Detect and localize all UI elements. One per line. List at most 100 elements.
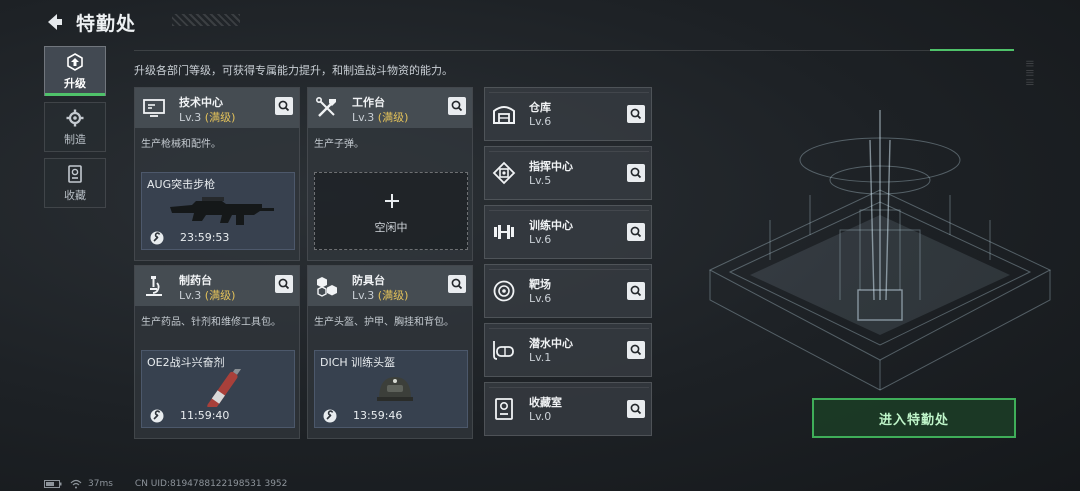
- status-bar: 37ms CN UID:8194788122198531 3952: [44, 479, 287, 489]
- battery-icon: [44, 480, 62, 488]
- search-icon[interactable]: [627, 105, 645, 123]
- production-slot[interactable]: OE2战斗兴奋剂 11:59:40: [141, 350, 295, 428]
- cubes-icon: [317, 277, 337, 297]
- tab-upgrade[interactable]: 升级: [44, 46, 106, 96]
- dumbbell-icon: [494, 225, 514, 239]
- room-training-center[interactable]: 训练中心 Lv.6: [484, 205, 652, 259]
- tab-collection-label: 收藏: [64, 188, 86, 202]
- room-name: 指挥中心: [529, 160, 573, 173]
- workshop-level: Lv.3 (满级): [352, 111, 409, 124]
- page-title: 特勤处: [76, 13, 137, 35]
- wrench-icon: [323, 409, 337, 423]
- helmet-icon: [377, 377, 413, 401]
- search-icon[interactable]: [275, 97, 293, 115]
- tab-craft[interactable]: 制造: [44, 102, 106, 152]
- search-icon[interactable]: [627, 164, 645, 182]
- title-decoration: [172, 14, 240, 26]
- production-item-name: DICH 训练头盔: [320, 356, 396, 369]
- production-slot[interactable]: DICH 训练头盔 13:59:46: [314, 350, 468, 428]
- wrench-icon: [150, 409, 164, 423]
- gear-icon: [66, 109, 84, 126]
- search-icon[interactable]: [627, 223, 645, 241]
- diving-mask-icon: [493, 341, 514, 360]
- room-name: 靶场: [529, 278, 551, 291]
- wifi-icon: [70, 479, 82, 489]
- production-timer: 13:59:46: [353, 409, 403, 422]
- room-level: Lv.6: [529, 233, 552, 246]
- room-warehouse[interactable]: 仓库 Lv.6: [484, 87, 652, 141]
- chip-icon: [492, 161, 516, 185]
- workshop-description: 生产头盔、护甲、胸挂和背包。: [314, 317, 454, 328]
- room-name: 训练中心: [529, 219, 573, 232]
- rifle-icon: [170, 197, 274, 225]
- tab-upgrade-label: 升级: [64, 76, 86, 90]
- tab-collection[interactable]: 收藏: [44, 158, 106, 208]
- room-level: Lv.0: [529, 410, 552, 423]
- search-icon[interactable]: [448, 275, 466, 293]
- search-icon[interactable]: [627, 341, 645, 359]
- room-name: 仓库: [529, 101, 551, 114]
- production-item-name: AUG突击步枪: [147, 178, 216, 191]
- header-accent-line: [930, 49, 1014, 51]
- workshop-card-pharmacy[interactable]: 制药台 Lv.3 (满级) 生产药品、针剂和维修工具包。 OE2战斗兴奋剂 11…: [134, 265, 300, 439]
- room-collection-room[interactable]: 收藏室 Lv.0: [484, 382, 652, 436]
- room-level: Lv.6: [529, 292, 552, 305]
- search-icon[interactable]: [627, 400, 645, 418]
- workshop-level: Lv.3 (满级): [179, 111, 236, 124]
- workshop-card-workbench[interactable]: 工作台 Lv.3 (满级) 生产子弹。 空闲中: [307, 87, 473, 261]
- upgrade-icon: [67, 52, 83, 71]
- search-icon[interactable]: [275, 275, 293, 293]
- injector-icon: [207, 369, 242, 407]
- room-level: Lv.6: [529, 115, 552, 128]
- tools-icon: [315, 96, 336, 117]
- workshop-level: Lv.3 (满级): [179, 289, 236, 302]
- room-command-center[interactable]: 指挥中心 Lv.5: [484, 146, 652, 200]
- warehouse-icon: [493, 106, 515, 124]
- enter-special-ops-button[interactable]: 进入特勤处: [812, 398, 1016, 438]
- room-name: 潜水中心: [529, 337, 573, 350]
- room-shooting-range[interactable]: 靶场 Lv.6: [484, 264, 652, 318]
- workshop-description: 生产药品、针剂和维修工具包。: [141, 317, 281, 328]
- workshop-level: Lv.3 (满级): [352, 289, 409, 302]
- production-timer: 23:59:53: [180, 231, 230, 244]
- top-bar: 特勤处: [0, 0, 1080, 46]
- room-level: Lv.1: [529, 351, 552, 364]
- idle-label: 空闲中: [374, 221, 408, 234]
- card-header: 防具台 Lv.3 (满级): [308, 266, 472, 306]
- workshop-description: 生产枪械和配件。: [141, 139, 221, 150]
- card-header: 制药台 Lv.3 (满级): [135, 266, 299, 306]
- workshop-card-tech-center[interactable]: 技术中心 Lv.3 (满级) 生产枪械和配件。 AUG突击步枪 23:59:53: [134, 87, 300, 261]
- workshop-name: 防具台: [352, 274, 385, 287]
- search-icon[interactable]: [448, 97, 466, 115]
- collection-icon: [68, 164, 82, 183]
- search-icon[interactable]: [627, 282, 645, 300]
- workshop-name: 技术中心: [179, 96, 223, 109]
- production-slot[interactable]: AUG突击步枪 23:59:53: [141, 172, 295, 250]
- workshop-description: 生产子弹。: [314, 139, 364, 150]
- ping-value: 37ms: [88, 479, 113, 489]
- production-item-name: OE2战斗兴奋剂: [147, 356, 225, 369]
- page-description: 升级各部门等级，可获得专属能力提升，和制造战斗物资的能力。: [134, 64, 453, 77]
- idle-production-slot[interactable]: 空闲中: [314, 172, 468, 250]
- production-timer: 11:59:40: [180, 409, 230, 422]
- room-level: Lv.5: [529, 174, 552, 187]
- workshop-name: 制药台: [179, 274, 212, 287]
- vertical-decoration: ||| ||| |||: [1026, 60, 1034, 86]
- workshop-card-armor[interactable]: 防具台 Lv.3 (满级) 生产头盔、护甲、胸挂和背包。 DICH 训练头盔 1…: [307, 265, 473, 439]
- workshop-name: 工作台: [352, 96, 385, 109]
- back-arrow-icon[interactable]: [44, 12, 64, 32]
- room-name: 收藏室: [529, 396, 562, 409]
- tab-craft-label: 制造: [64, 132, 86, 146]
- monitor-icon: [143, 99, 165, 117]
- microscope-icon: [146, 276, 162, 296]
- header-divider: [134, 50, 1014, 51]
- user-uid: CN UID:8194788122198531 3952: [134, 479, 288, 489]
- target-icon: [493, 280, 515, 302]
- trophy-icon: [495, 398, 513, 420]
- card-header: 技术中心 Lv.3 (满级): [135, 88, 299, 128]
- base-hologram-scene: [708, 110, 1052, 391]
- wrench-icon: [150, 231, 164, 245]
- room-diving-center[interactable]: 潜水中心 Lv.1: [484, 323, 652, 377]
- plus-icon: [385, 194, 399, 208]
- card-header: 工作台 Lv.3 (满级): [308, 88, 472, 128]
